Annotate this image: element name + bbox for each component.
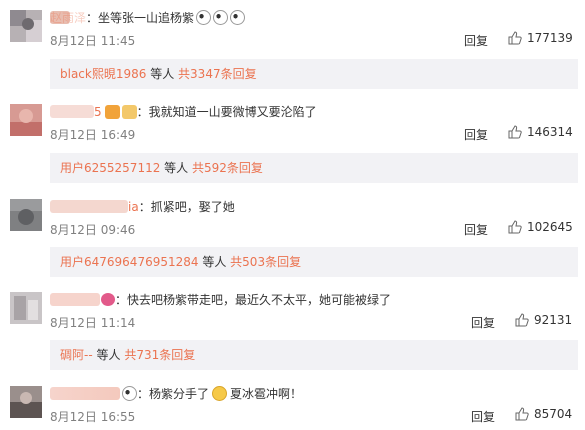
reply-summary-text: 等人 bbox=[92, 348, 125, 362]
vip-badge-icon bbox=[104, 104, 120, 119]
avatar[interactable] bbox=[10, 199, 42, 231]
reply-summary: 用户6255257112 等人 共592条回复 bbox=[50, 153, 578, 183]
like-count: 177139 bbox=[527, 31, 573, 45]
comment-header: 赵雨泽 ：坐等张一山追杨紫 bbox=[50, 9, 246, 26]
reply-summary-text: 等人 bbox=[146, 67, 179, 81]
blurred-username bbox=[50, 200, 128, 213]
comment-timestamp: 8月12日 11:45 bbox=[50, 34, 136, 48]
reply-summary: 用户647696476951284 等人 共503条回复 bbox=[50, 247, 578, 277]
more-replies-link[interactable]: 共592条回复 bbox=[192, 161, 263, 175]
comment-text: ：坐等张一山追杨紫 bbox=[86, 11, 195, 25]
comment-header: ia ：抓紧吧，娶了她 bbox=[50, 198, 235, 215]
reply-button[interactable]: 回复 bbox=[471, 314, 495, 331]
reply-button[interactable]: 回复 bbox=[471, 408, 495, 425]
blurred-username bbox=[50, 387, 120, 400]
panda-face-icon bbox=[122, 386, 137, 401]
avatar[interactable] bbox=[10, 292, 42, 324]
like-count: 85704 bbox=[534, 407, 573, 421]
reply-user-link[interactable]: black熙晛1986 bbox=[60, 67, 146, 81]
avatar[interactable] bbox=[10, 104, 42, 136]
reply-button[interactable]: 回复 bbox=[464, 32, 488, 49]
like-button[interactable]: 92131 bbox=[515, 313, 572, 327]
thumbs-up-icon bbox=[508, 220, 522, 234]
username[interactable]: 赵雨泽 bbox=[50, 9, 86, 26]
like-button[interactable]: 102645 bbox=[508, 220, 573, 234]
thumbs-up-icon bbox=[508, 125, 522, 139]
comment-timestamp: 8月12日 09:46 bbox=[50, 223, 136, 237]
fan-badge-icon bbox=[121, 104, 137, 119]
reply-user-link[interactable]: 用户6255257112 bbox=[60, 161, 160, 175]
more-replies-link[interactable]: 共503条回复 bbox=[230, 255, 301, 269]
comment-text-continued: 夏冰雹冲啊！ bbox=[230, 387, 303, 401]
comment-text: ：我就知道一山要微博又要沦陷了 bbox=[136, 105, 317, 119]
comment-header: 5 ：我就知道一山要微博又要沦陷了 bbox=[50, 103, 317, 120]
comment-timestamp: 8月12日 16:55 bbox=[50, 410, 136, 424]
reply-user-link[interactable]: 用户647696476951284 bbox=[60, 255, 199, 269]
like-button[interactable]: 177139 bbox=[508, 31, 573, 45]
reply-button[interactable]: 回复 bbox=[464, 126, 488, 143]
more-replies-link[interactable]: 共3347条回复 bbox=[178, 67, 257, 81]
thumbs-up-icon bbox=[508, 31, 522, 45]
comment-timestamp: 8月12日 11:14 bbox=[50, 316, 136, 330]
like-button[interactable]: 146314 bbox=[508, 125, 573, 139]
username[interactable]: 5 bbox=[94, 105, 102, 119]
panda-face-icon bbox=[213, 10, 229, 25]
reply-user-link[interactable]: 碉阿-- bbox=[60, 348, 93, 362]
reply-summary-text: 等人 bbox=[198, 255, 231, 269]
heart-icon bbox=[101, 293, 115, 306]
comment-text: ：抓紧吧，娶了她 bbox=[138, 200, 235, 214]
comment-header: ：杨紫分手了 夏冰雹冲啊！ bbox=[50, 385, 302, 402]
avatar[interactable] bbox=[10, 386, 42, 418]
comment-text: ：快去吧杨紫带走吧，最近久不太平，她可能被绿了 bbox=[115, 293, 392, 307]
panda-face-icon bbox=[230, 10, 246, 25]
blurred-username bbox=[50, 105, 94, 118]
reply-button[interactable]: 回复 bbox=[464, 221, 488, 238]
like-button[interactable]: 85704 bbox=[515, 407, 572, 421]
thumbs-up-icon bbox=[515, 407, 529, 421]
blurred-username bbox=[50, 293, 100, 306]
smile-face-icon bbox=[212, 386, 228, 401]
thumbs-up-icon bbox=[515, 313, 529, 327]
comment-header: ：快去吧杨紫带走吧，最近久不太平，她可能被绿了 bbox=[50, 291, 391, 308]
like-count: 92131 bbox=[534, 313, 573, 327]
reply-summary: black熙晛1986 等人 共3347条回复 bbox=[50, 59, 578, 89]
comment-text: ：杨紫分手了 bbox=[137, 387, 210, 401]
reply-summary: 碉阿-- 等人 共731条回复 bbox=[50, 340, 578, 370]
like-count: 146314 bbox=[527, 125, 573, 139]
panda-face-icon bbox=[196, 10, 212, 25]
more-replies-link[interactable]: 共731条回复 bbox=[124, 348, 195, 362]
username[interactable]: ia bbox=[128, 200, 139, 214]
comment-timestamp: 8月12日 16:49 bbox=[50, 128, 136, 142]
avatar[interactable] bbox=[10, 10, 42, 42]
reply-summary-text: 等人 bbox=[160, 161, 192, 175]
like-count: 102645 bbox=[527, 220, 573, 234]
